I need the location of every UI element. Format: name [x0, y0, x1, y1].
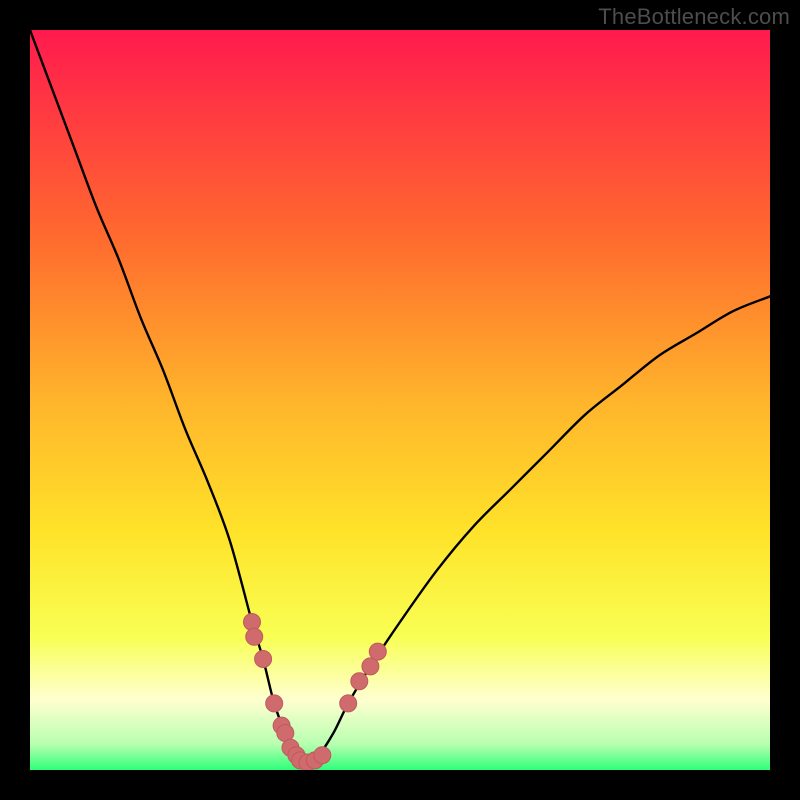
data-marker: [369, 643, 386, 660]
data-marker: [266, 695, 283, 712]
data-marker: [314, 747, 331, 764]
data-marker: [351, 673, 368, 690]
watermark-text: TheBottleneck.com: [598, 4, 790, 30]
data-marker: [246, 628, 263, 645]
chart-frame: TheBottleneck.com: [0, 0, 800, 800]
data-marker: [340, 695, 357, 712]
bottleneck-chart: [30, 30, 770, 770]
plot-area: [30, 30, 770, 770]
data-marker: [255, 651, 272, 668]
data-marker: [244, 614, 261, 631]
gradient-background: [30, 30, 770, 770]
